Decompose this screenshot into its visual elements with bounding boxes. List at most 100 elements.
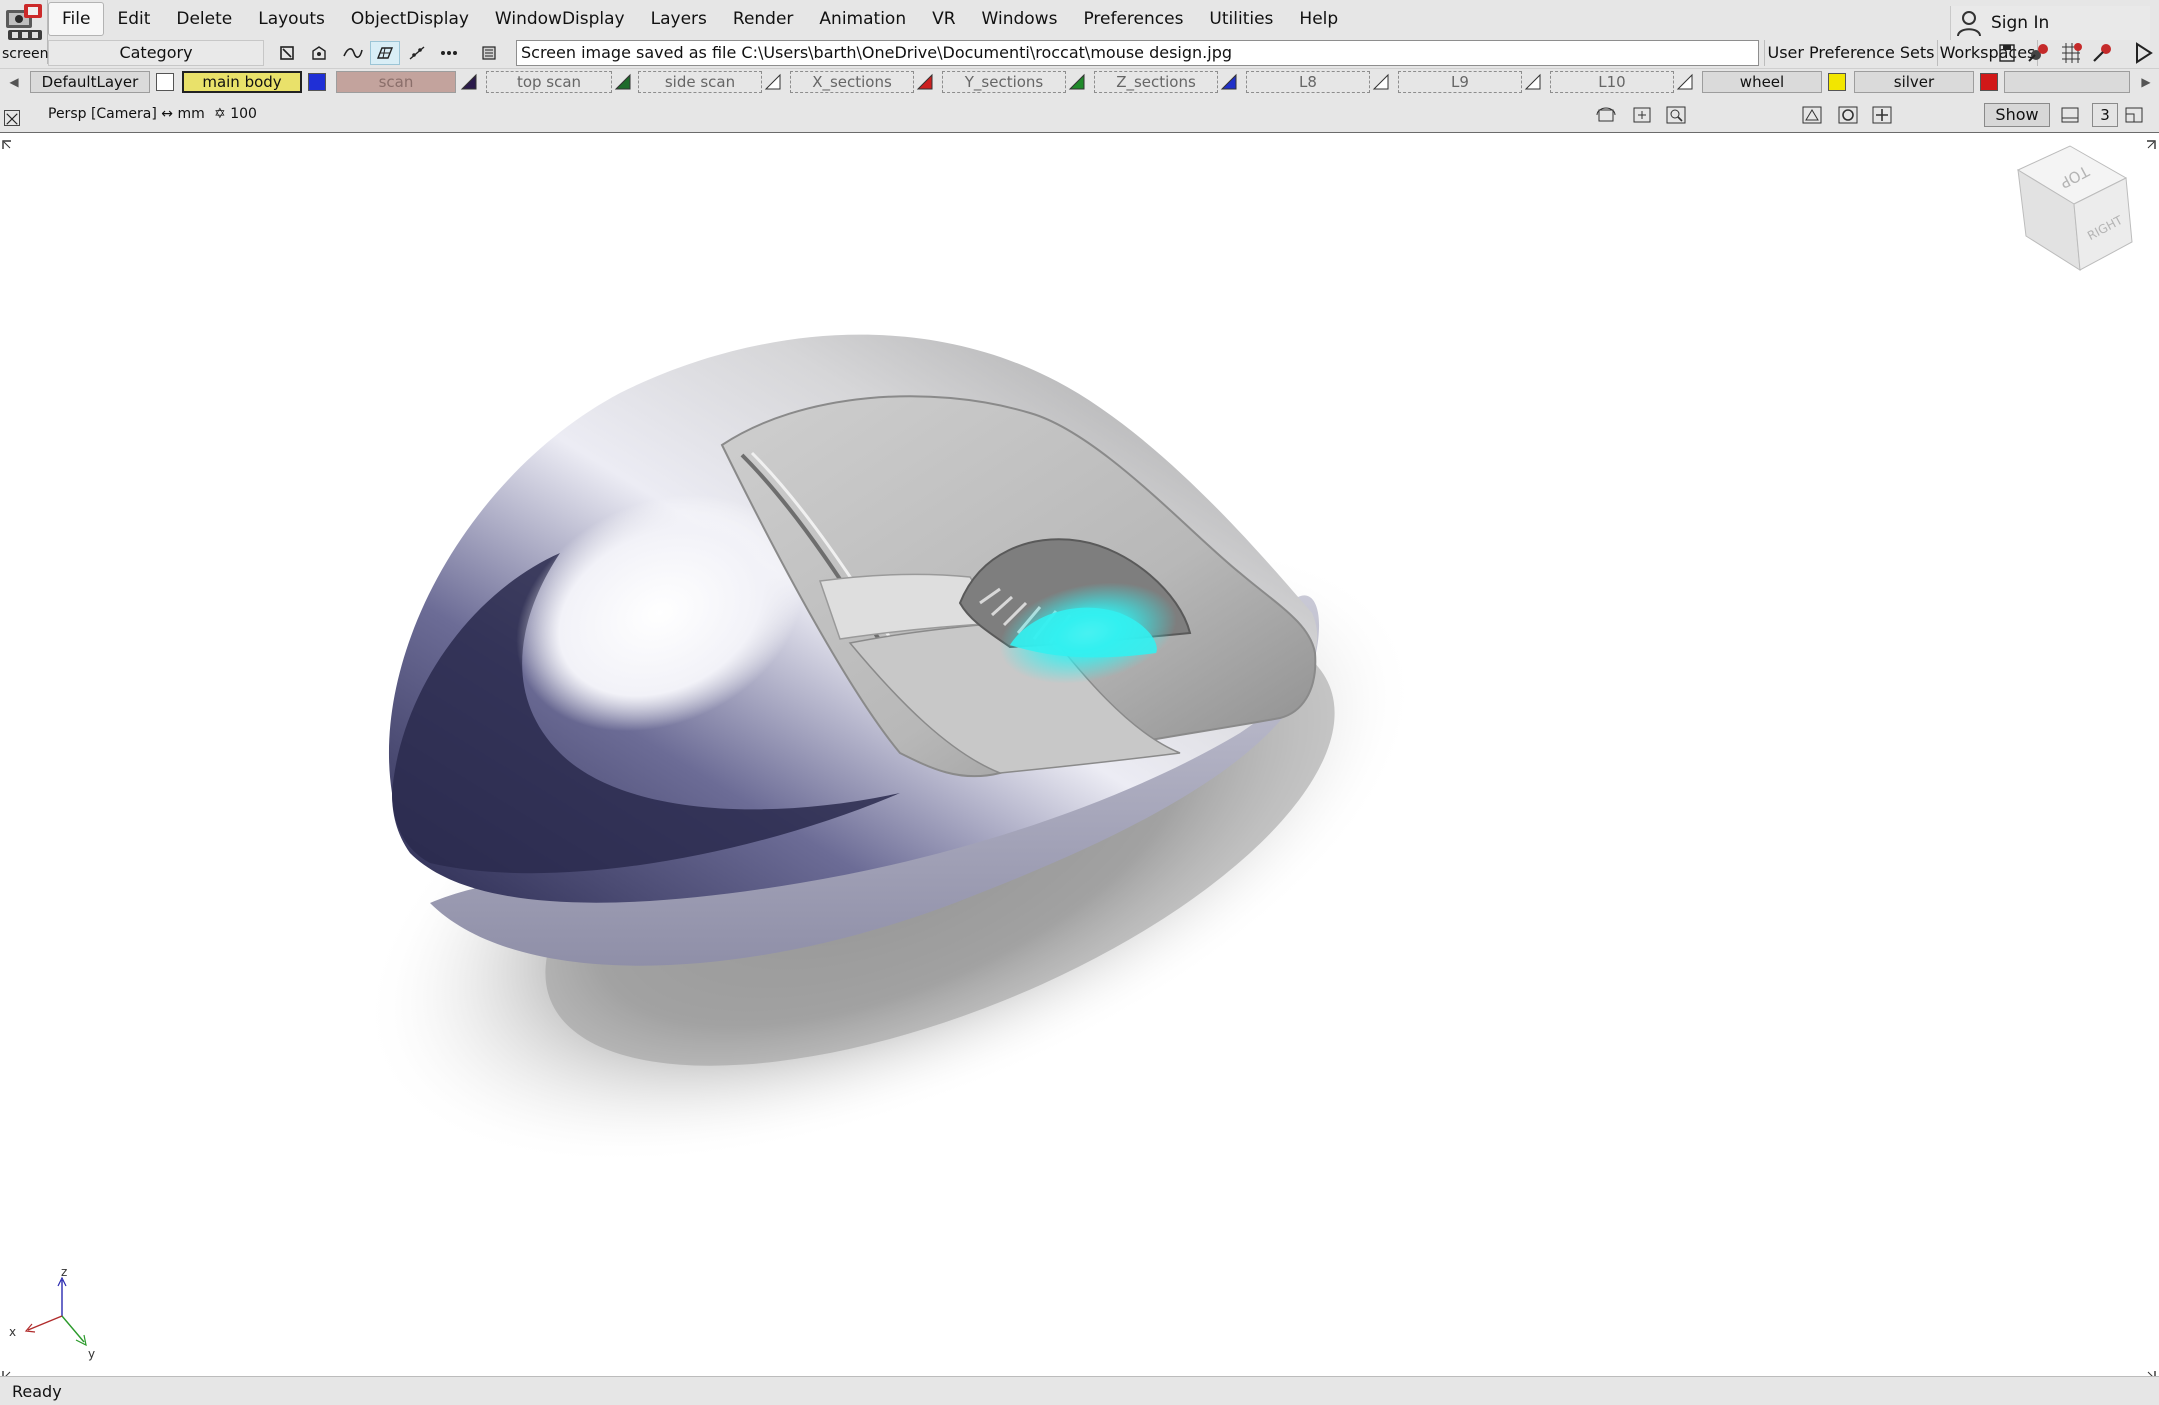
pick-object-button[interactable]: [272, 41, 302, 65]
layer-side-scan-color-icon[interactable]: [764, 73, 782, 91]
layer-scroll-left-button[interactable]: ◀: [2, 69, 26, 95]
menu-object-display[interactable]: ObjectDisplay: [338, 2, 482, 36]
user-preference-sets-button[interactable]: User Preference Sets: [1764, 40, 1938, 66]
dotted-line-icon: [441, 51, 457, 55]
save-workspace-button[interactable]: [1992, 41, 2022, 65]
layer-l9-color-icon[interactable]: [1524, 73, 1542, 91]
layer-main-body-swatch[interactable]: [308, 73, 326, 91]
view-cube[interactable]: TOP RIGHT: [2008, 140, 2138, 280]
layer-silver-swatch[interactable]: [1980, 73, 1998, 91]
single-window-button[interactable]: [2058, 104, 2082, 126]
shelf-tool-1-button[interactable]: [2024, 41, 2054, 65]
menu-animation[interactable]: Animation: [806, 2, 919, 36]
pick-surface-button[interactable]: [370, 41, 400, 65]
layer-scan-color-icon[interactable]: [460, 73, 478, 91]
mouse-model-render: [362, 334, 1418, 1166]
menu-render[interactable]: Render: [720, 2, 807, 36]
maximize-window-button[interactable]: [2122, 104, 2146, 126]
show-button[interactable]: Show: [1984, 103, 2050, 127]
shelf-tool-2-button[interactable]: [2056, 41, 2086, 65]
layer-z-sections[interactable]: Z_sections: [1094, 71, 1218, 93]
layer-l9[interactable]: L9: [1398, 71, 1522, 93]
prompt-history-button[interactable]: [474, 41, 504, 65]
layer-default[interactable]: DefaultLayer: [30, 71, 150, 93]
category-dropdown[interactable]: Category: [48, 40, 264, 66]
layer-top-scan[interactable]: top scan: [486, 71, 612, 93]
shaded-icon: [1838, 106, 1858, 124]
layer-next[interactable]: [2004, 71, 2130, 93]
pick-component-button[interactable]: [304, 41, 334, 65]
menu-edit[interactable]: Edit: [104, 2, 163, 36]
menu-utilities[interactable]: Utilities: [1196, 2, 1286, 36]
tumble-icon: [1596, 107, 1616, 122]
zoom-icon: [1666, 106, 1686, 124]
layer-scroll-right-button[interactable]: ▶: [2134, 69, 2158, 95]
perspective-viewport[interactable]: [0, 132, 2159, 1380]
layer-l8[interactable]: L8: [1246, 71, 1370, 93]
layer-z-sections-color-icon[interactable]: [1220, 73, 1238, 91]
expand-shelf-button[interactable]: [2128, 41, 2158, 65]
layer-default-swatch[interactable]: [156, 73, 174, 91]
menu-window-display[interactable]: WindowDisplay: [482, 2, 638, 36]
grid-icon: ✡: [214, 106, 226, 122]
crosshair-icon: [1872, 106, 1892, 124]
layer-x-sections-color-icon[interactable]: [916, 73, 934, 91]
view-mode-2-button[interactable]: [1836, 104, 1860, 126]
layer-scan[interactable]: scan: [336, 71, 456, 93]
sign-in-button[interactable]: Sign In: [1950, 6, 2150, 40]
pick-box-icon: [280, 46, 294, 60]
shelf-tool-3-button[interactable]: [2088, 41, 2118, 65]
pick-curve-button[interactable]: [338, 41, 368, 65]
tumble-button[interactable]: [1594, 104, 1618, 126]
track-icon: [1633, 107, 1651, 123]
floppy-icon: [1999, 44, 2015, 62]
view-mode-3-button[interactable]: [1870, 104, 1894, 126]
window-count-button[interactable]: 3: [2092, 103, 2118, 127]
layer-l8-color-icon[interactable]: [1372, 73, 1390, 91]
play-arrow-icon: [2136, 42, 2153, 64]
workspaces-button[interactable]: Workspaces: [1938, 40, 2038, 66]
axis-y-label: y: [88, 1347, 95, 1361]
close-icon: [6, 113, 18, 125]
menu-layers[interactable]: Layers: [638, 2, 720, 36]
layer-top-scan-color-icon[interactable]: [614, 73, 632, 91]
track-button[interactable]: [1630, 104, 1654, 126]
app-logo-button[interactable]: screen: [0, 0, 49, 64]
axis-z-label: z: [61, 1268, 67, 1279]
pick-point-button[interactable]: [434, 41, 464, 65]
pick-cv-button[interactable]: [402, 41, 432, 65]
menu-delete[interactable]: Delete: [163, 2, 245, 36]
viewport-corner-top-left[interactable]: [2, 135, 12, 149]
viewport-corner-bottom-right[interactable]: [2146, 1365, 2156, 1380]
top-chrome: screen File Edit Delete Layouts ObjectDi…: [0, 0, 2159, 132]
menu-preferences[interactable]: Preferences: [1070, 2, 1196, 36]
viewport-corner-top-right[interactable]: [2146, 135, 2156, 149]
layer-l10[interactable]: L10: [1550, 71, 1674, 93]
menu-vr[interactable]: VR: [919, 2, 968, 36]
menu-windows[interactable]: Windows: [969, 2, 1071, 36]
layer-main-body[interactable]: main body: [182, 71, 302, 93]
layer-silver[interactable]: silver: [1854, 71, 1974, 93]
close-window-button[interactable]: [4, 110, 20, 126]
layer-side-scan[interactable]: side scan: [638, 71, 762, 93]
window-icon: [2061, 107, 2079, 123]
menu-help[interactable]: Help: [1286, 2, 1351, 36]
layer-bar: ◀ DefaultLayer main body scan top scan s…: [0, 68, 2159, 94]
zoom-button[interactable]: [1664, 104, 1688, 126]
maximize-icon: [2125, 107, 2143, 123]
layer-l10-color-icon[interactable]: [1676, 73, 1694, 91]
layer-wheel-swatch[interactable]: [1828, 73, 1846, 91]
list-icon: [482, 46, 496, 60]
layer-wheel[interactable]: wheel: [1702, 71, 1822, 93]
layer-y-sections[interactable]: Y_sections: [942, 71, 1066, 93]
menu-file[interactable]: File: [48, 2, 105, 36]
menu-layouts[interactable]: Layouts: [245, 2, 338, 36]
prompt-line-field[interactable]: Screen image saved as file C:\Users\bart…: [516, 40, 1759, 66]
units-label: mm: [177, 106, 205, 122]
layer-x-sections[interactable]: X_sections: [790, 71, 914, 93]
viewport-corner-bottom-left[interactable]: [2, 1365, 12, 1380]
view-mode-1-button[interactable]: [1800, 104, 1824, 126]
layer-y-sections-color-icon[interactable]: [1068, 73, 1086, 91]
status-text: Ready: [12, 1382, 62, 1401]
axis-triad: z x y: [4, 1265, 100, 1364]
